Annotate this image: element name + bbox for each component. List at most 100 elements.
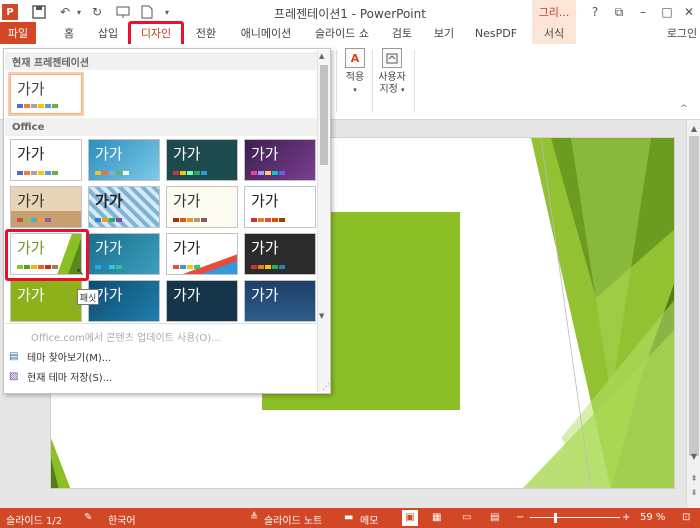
theme-thumb-circuit[interactable]: 가가 — [244, 280, 316, 322]
customize-label-line1: 사용자 — [378, 72, 406, 83]
maximize-icon[interactable]: □ — [656, 2, 678, 22]
comments-button[interactable]: 메모 — [360, 512, 378, 527]
theme-preview-text: 가가 — [173, 286, 201, 304]
theme-preview-text: 가가 — [95, 286, 123, 304]
ribbon-separator — [414, 50, 415, 112]
theme-preview-text: 가가 — [95, 145, 123, 163]
normal-view-icon[interactable]: ▣ — [402, 510, 418, 526]
slide-size-icon — [382, 48, 402, 68]
notes-button[interactable]: 슬라이드 노트 — [264, 512, 322, 527]
menu-browse-themes[interactable]: ▤ 테마 찾아보기(M)... — [9, 347, 111, 365]
theme-thumb-pattern[interactable]: 가가 — [88, 186, 160, 228]
drawing-tools-context-label: 그리... — [532, 0, 576, 24]
theme-thumb-dark[interactable]: 가가 — [244, 233, 316, 275]
theme-thumb-wood[interactable]: 가가 — [10, 186, 82, 228]
apply-label: 적용 — [345, 72, 365, 83]
tab-format[interactable]: 서식 — [532, 22, 576, 44]
undo-dropdown-icon[interactable]: ▾ — [70, 3, 88, 21]
theme-preview-text: 가가 — [173, 145, 201, 163]
tab-review[interactable]: 검토 — [388, 22, 416, 44]
save-theme-icon: ▨ — [9, 370, 19, 382]
previous-slide-icon[interactable]: ⇞ — [688, 472, 700, 484]
theme-thumb-main-event[interactable]: 가가 — [166, 280, 238, 322]
slide-counter: 슬라이드 1/2 — [6, 516, 63, 527]
menu-save-current-theme[interactable]: ▨ 현재 테마 저장(S)... — [9, 367, 112, 385]
tab-insert[interactable]: 삽입 — [94, 22, 122, 44]
scroll-up-icon[interactable]: ▲ — [319, 52, 324, 60]
zoom-out-icon[interactable]: − — [516, 512, 524, 523]
customize-button[interactable]: 사용자 지정 ▾ — [372, 48, 412, 96]
gallery-scrollbar-thumb[interactable] — [320, 65, 328, 165]
next-slide-icon[interactable]: ⇟ — [688, 486, 700, 498]
theme-thumb-savon[interactable]: 가가 — [244, 186, 316, 228]
menu-enable-office-updates: Office.com에서 콘텐츠 업데이트 사용(O)... — [9, 327, 221, 345]
theme-preview-text: 가가 — [251, 239, 279, 257]
theme-thumb-slice[interactable]: 가가 — [166, 233, 238, 275]
scrollbar-thumb[interactable] — [689, 136, 699, 456]
close-icon[interactable]: ✕ — [678, 2, 700, 22]
theme-thumb-current[interactable]: 가가 — [10, 74, 82, 114]
customize-quick-access-icon[interactable]: ▾ — [158, 3, 176, 21]
zoom-in-icon[interactable]: + — [622, 512, 630, 523]
slide-sorter-icon[interactable]: ▦ — [432, 512, 441, 523]
minimize-icon[interactable]: – — [632, 2, 654, 22]
theme-thumb-office[interactable]: 가가 — [10, 139, 82, 181]
notes-icon[interactable]: ≜ — [250, 512, 258, 523]
slideshow-view-icon[interactable]: ▤ — [490, 512, 499, 523]
scroll-down-icon[interactable]: ▼ — [319, 312, 324, 320]
section-office: Office — [5, 118, 317, 136]
tab-home[interactable]: 홈 — [58, 22, 80, 44]
theme-preview-text: 가가 — [17, 80, 45, 98]
new-document-icon[interactable] — [138, 3, 156, 21]
variants-apply-button[interactable]: A 적용 ▾ — [340, 48, 370, 96]
customize-label-line2: 지정 ▾ — [379, 84, 405, 95]
tab-transitions[interactable]: 전환 — [192, 22, 220, 44]
spelling-icon[interactable]: ✎ — [84, 512, 92, 523]
redo-icon[interactable]: ↻ — [88, 3, 106, 21]
collapse-ribbon-icon[interactable]: ^ — [680, 104, 688, 114]
theme-thumb-integral[interactable]: 가가 — [88, 233, 160, 275]
theme-thumb-retrospect[interactable]: 가가 — [166, 186, 238, 228]
menu-item-label: 테마 찾아보기(M)... — [27, 352, 112, 364]
theme-preview-text: 가가 — [17, 286, 45, 304]
zoom-level[interactable]: 59 % — [640, 512, 665, 523]
ribbon-separator — [336, 50, 337, 112]
tab-view[interactable]: 보기 — [430, 22, 458, 44]
fit-slide-icon[interactable]: ⊡ — [682, 512, 690, 523]
mouse-cursor-icon: ↖ — [76, 267, 85, 278]
theme-thumb-green[interactable]: 가가 — [10, 280, 82, 322]
powerpoint-logo-icon: P — [2, 4, 18, 20]
tab-slideshow[interactable]: 슬라이드 쇼 — [310, 22, 374, 44]
slideshow-from-start-icon[interactable] — [114, 3, 132, 21]
reading-view-icon[interactable]: ▭ — [462, 512, 471, 523]
tab-animations[interactable]: 애니메이션 — [236, 22, 296, 44]
ribbon-display-options-icon[interactable]: ⧉ — [608, 2, 630, 22]
scroll-down-icon[interactable]: ▼ — [688, 450, 700, 462]
resize-grip-icon[interactable]: ⋰ — [322, 382, 330, 391]
theme-thumb-purple[interactable]: 가가 — [244, 139, 316, 181]
chevron-down-icon: ▾ — [353, 86, 357, 94]
menu-item-label: Office.com에서 콘텐츠 업데이트 사용(O)... — [31, 332, 221, 344]
tab-nespdf[interactable]: NesPDF — [474, 22, 518, 44]
save-icon[interactable] — [30, 3, 48, 21]
scroll-up-icon[interactable]: ▲ — [688, 122, 700, 134]
theme-thumb-ion-blue[interactable]: 가가 — [88, 139, 160, 181]
theme-preview-text: 가가 — [251, 145, 279, 163]
vertical-scrollbar[interactable]: ▲ ▼ ⇞ ⇟ — [686, 120, 700, 508]
gallery-scrollbar[interactable]: ▲ ▼ — [317, 50, 330, 392]
theme-thumb-ion-teal[interactable]: 가가 — [166, 139, 238, 181]
gallery-separator — [5, 323, 317, 324]
comments-icon[interactable]: ▬ — [344, 512, 353, 523]
theme-preview-text: 가가 — [17, 145, 45, 163]
theme-name-tooltip: 패싯 — [77, 289, 99, 305]
theme-preview-text: 가가 — [95, 192, 123, 210]
theme-preview-text: 가가 — [173, 239, 201, 257]
language-indicator[interactable]: 한국어 — [108, 512, 136, 527]
theme-preview-text: 가가 — [251, 286, 279, 304]
zoom-slider-handle[interactable] — [554, 513, 557, 523]
theme-gallery-dropdown: 현재 프레젠테이션 가가 Office 가가 가가 가가 가가 가가 가가 가가… — [3, 48, 331, 394]
zoom-slider-track[interactable] — [530, 517, 620, 518]
sign-in-link[interactable]: 로그인 — [664, 22, 700, 44]
help-icon[interactable]: ? — [584, 2, 606, 22]
tab-file[interactable]: 파일 — [0, 22, 36, 44]
